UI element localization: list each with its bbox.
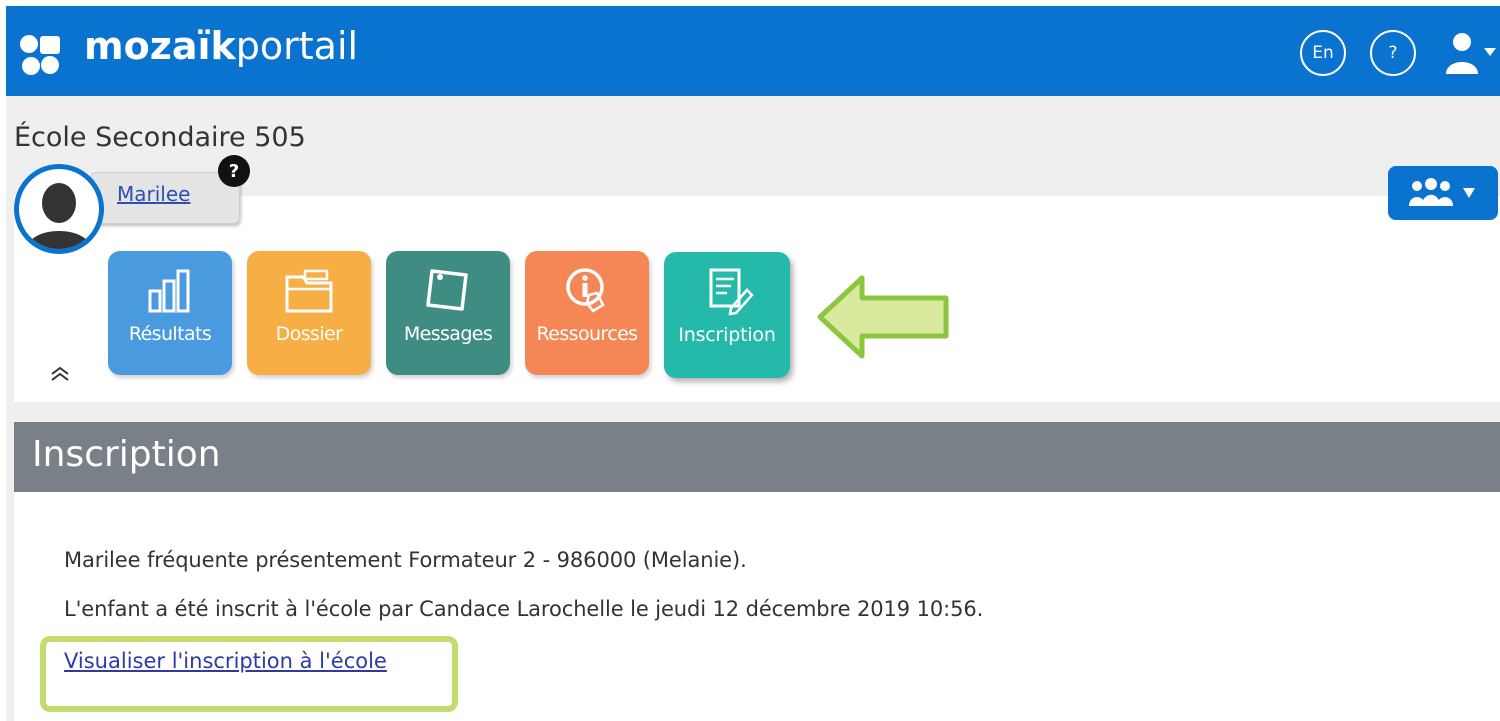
tile-label: Dossier bbox=[275, 323, 343, 345]
bar-chart-icon bbox=[148, 269, 190, 313]
tile-label: Ressources bbox=[536, 323, 639, 345]
help-button[interactable]: ? bbox=[1370, 30, 1416, 76]
collapse-chevron-icon[interactable] bbox=[48, 362, 72, 386]
app-logo-text[interactable]: mozaïkportail bbox=[84, 24, 358, 68]
top-navigation-bar: mozaïkportail En ? bbox=[6, 6, 1500, 96]
tile-dossier[interactable]: Dossier bbox=[247, 251, 371, 375]
info-hand-icon bbox=[566, 268, 605, 313]
tile-label: Résultats bbox=[128, 323, 212, 345]
tile-label: Inscription bbox=[678, 324, 776, 346]
student-avatar[interactable] bbox=[14, 164, 104, 254]
enrollment-detail-text: L'enfant a été inscrit à l'école par Can… bbox=[64, 597, 984, 621]
form-pencil-icon bbox=[709, 268, 754, 316]
language-toggle-button[interactable]: En bbox=[1300, 30, 1346, 76]
note-icon bbox=[426, 269, 468, 311]
tile-label: Messages bbox=[403, 323, 493, 345]
tile-ressources[interactable]: Ressources bbox=[525, 251, 649, 375]
children-selector-button[interactable] bbox=[1388, 166, 1498, 220]
section-header: Inscription bbox=[14, 422, 1500, 492]
person-silhouette-icon bbox=[27, 183, 91, 249]
folder-icon bbox=[285, 269, 333, 313]
group-icon bbox=[1409, 178, 1475, 206]
user-menu-icon[interactable] bbox=[1440, 30, 1498, 78]
tile-inscription[interactable]: Inscription bbox=[664, 252, 790, 378]
student-name-link[interactable]: Marilee bbox=[117, 182, 190, 206]
app-window: mozaïkportail En ? École Secondaire 505 … bbox=[6, 6, 1500, 721]
enrollment-status-text: Marilee fréquente présentement Formateur… bbox=[64, 548, 747, 572]
tile-messages[interactable]: Messages bbox=[386, 251, 510, 375]
tile-resultats[interactable]: Résultats bbox=[108, 251, 232, 375]
annotation-highlight-box bbox=[40, 636, 458, 712]
mozaik-logo-icon bbox=[20, 35, 60, 75]
school-name: École Secondaire 505 bbox=[14, 122, 306, 153]
section-title: Inscription bbox=[32, 434, 221, 475]
student-help-badge[interactable]: ? bbox=[218, 155, 250, 187]
annotation-arrow-icon bbox=[817, 275, 949, 359]
